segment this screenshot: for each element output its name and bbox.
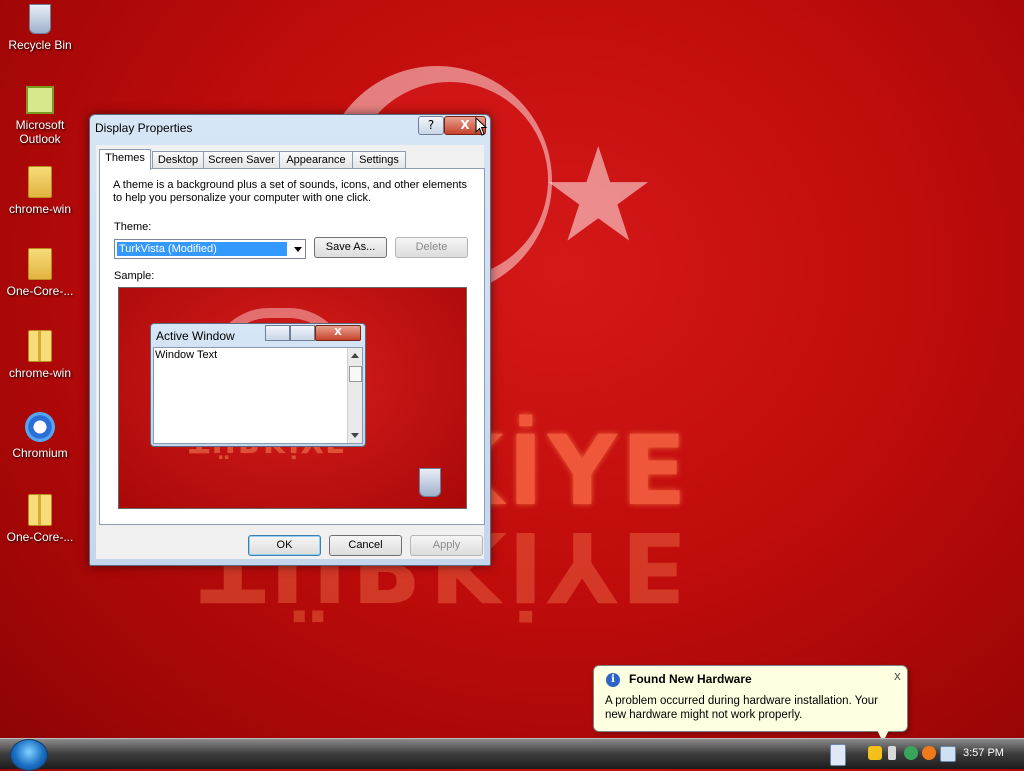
tab-desktop[interactable]: Desktop — [152, 151, 204, 169]
chevron-down-icon — [294, 247, 302, 252]
desktop-icon-outlook[interactable]: Microsoft Outlook — [0, 86, 80, 146]
maximize-icon — [290, 325, 315, 341]
desktop-icon-label: chrome-win — [8, 366, 71, 380]
desktop-icon-chrome-win-zip[interactable]: chrome-win — [0, 330, 80, 380]
folder-icon — [28, 248, 52, 280]
desktop-icon-label: Recycle Bin — [8, 38, 72, 52]
themes-panel: A theme is a background plus a set of so… — [99, 168, 485, 525]
desktop-icon-one-core-zip[interactable]: One-Core-... — [0, 494, 80, 544]
theme-label: Theme: — [114, 221, 152, 233]
dialog-client: Themes Desktop Screen Saver Appearance S… — [96, 145, 485, 559]
apply-button[interactable]: Apply — [410, 535, 483, 556]
ok-button[interactable]: OK — [248, 535, 321, 556]
tab-appearance[interactable]: Appearance — [279, 151, 353, 169]
desktop-icon-label: Chromium — [12, 446, 68, 460]
sample-scrollbar — [347, 348, 362, 443]
sample-active-window: Active Window X Window Text — [150, 323, 366, 447]
desktop-icon-one-core[interactable]: One-Core-... — [0, 248, 80, 298]
balloon-close-button[interactable]: x — [894, 669, 901, 683]
start-button[interactable] — [10, 739, 48, 771]
scroll-thumb — [349, 366, 362, 382]
sample-window-title: Active Window — [156, 329, 235, 343]
found-new-hardware-balloon[interactable]: i Found New Hardware x A problem occurre… — [593, 665, 908, 742]
dialog-title: Display Properties — [95, 121, 193, 135]
document-icon[interactable] — [830, 744, 846, 766]
theme-dropdown-value: TurkVista (Modified) — [117, 242, 287, 256]
hardware-icon[interactable] — [888, 746, 896, 760]
display-properties-dialog: Display Properties ? X Themes Desktop Sc… — [89, 114, 491, 566]
minimize-icon — [265, 325, 290, 341]
outlook-icon — [26, 86, 54, 114]
search-icon[interactable] — [922, 746, 936, 760]
recycle-bin-icon — [29, 4, 51, 34]
help-button[interactable]: ? — [418, 116, 444, 135]
info-icon: i — [606, 673, 620, 687]
display-icon[interactable] — [940, 746, 956, 762]
theme-dropdown[interactable]: TurkVista (Modified) — [114, 239, 306, 259]
desktop-icon-label: One-Core-... — [6, 530, 74, 544]
recycle-bin-icon — [419, 468, 441, 497]
zip-folder-icon — [28, 330, 52, 362]
balloon-message: A problem occurred during hardware insta… — [605, 695, 878, 721]
close-icon: X — [315, 325, 361, 341]
taskbar: 3:57 PM — [0, 738, 1024, 771]
tab-screen-saver[interactable]: Screen Saver — [203, 151, 280, 169]
save-as-button[interactable]: Save As... — [314, 237, 387, 258]
wallpaper-star: ★ — [540, 119, 657, 271]
desktop-icon-label: One-Core-... — [6, 284, 74, 298]
tab-themes[interactable]: Themes — [99, 149, 151, 170]
scroll-down-icon — [351, 433, 359, 438]
security-shield-icon[interactable] — [868, 746, 882, 760]
theme-description: A theme is a background plus a set of so… — [113, 179, 468, 204]
desktop-icon-chrome-win[interactable]: chrome-win — [0, 166, 80, 216]
delete-button[interactable]: Delete — [395, 237, 468, 258]
clock[interactable]: 3:57 PM — [963, 747, 1004, 759]
scroll-up-icon — [351, 353, 359, 358]
tab-settings[interactable]: Settings — [352, 151, 406, 169]
desktop-icon-chromium[interactable]: Chromium — [0, 412, 80, 460]
sample-label: Sample: — [114, 270, 155, 282]
cancel-button[interactable]: Cancel — [329, 535, 402, 556]
sample-window-text: Window Text — [155, 349, 218, 361]
folder-icon — [28, 166, 52, 198]
chromium-icon — [25, 412, 55, 442]
desktop-icon-label: Microsoft Outlook — [15, 118, 65, 146]
network-check-icon[interactable] — [904, 746, 918, 760]
theme-sample-preview: TÜRKİYE Active Window X Window Text — [118, 287, 467, 509]
desktop-icon-label: chrome-win — [8, 202, 71, 216]
zip-folder-icon — [28, 494, 52, 526]
sample-window-body: Window Text — [153, 347, 363, 444]
balloon-title: Found New Hardware — [629, 672, 752, 686]
desktop-icon-recycle-bin[interactable]: Recycle Bin — [0, 2, 80, 52]
